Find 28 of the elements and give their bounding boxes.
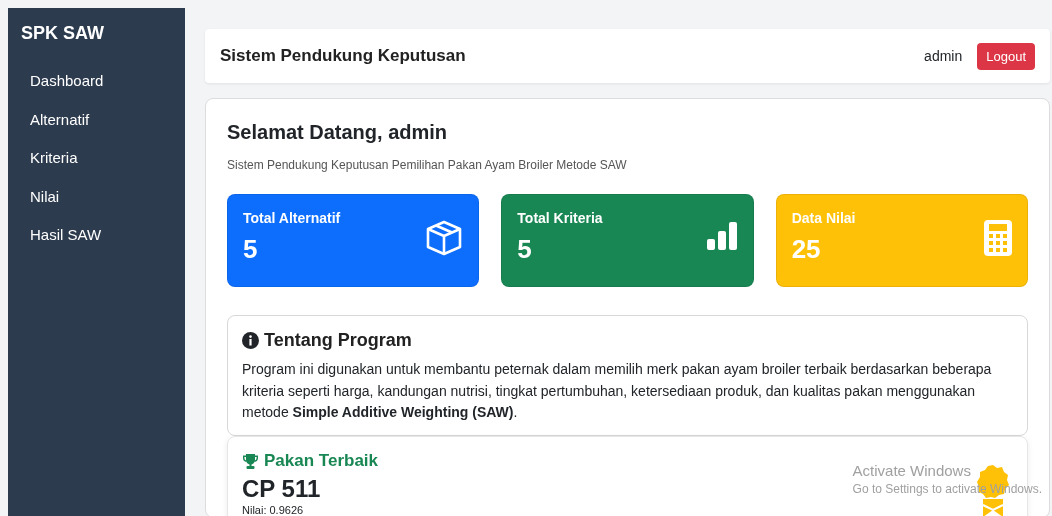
welcome-title: Selamat Datang, admin [227, 121, 448, 144]
stat-label: Total Kriteria [517, 210, 603, 226]
brand-title: SPK SAW [21, 23, 104, 44]
trophy-icon [242, 452, 259, 470]
logout-button[interactable]: Logout [977, 42, 1035, 70]
best-score: Nilai: 0.9626 [242, 504, 305, 516]
stat-value: 5 [243, 234, 258, 265]
stat-value: 25 [791, 234, 821, 265]
bar-chart-icon [705, 220, 738, 252]
sidebar-link[interactable]: Alternatif [30, 106, 90, 133]
about-text: Program ini digunakan untuk membantu peternak dalam memilih merk pakan ayam broiler terbaik berdasarkan beberapa kriteria seperti harga, kandungan nutrisi, tingkat pertumbuhan, ketersediaan produk, dan kualitas pakan menggunakan metode Simple Additive Weighting (SAW). [242, 360, 993, 422]
sidebar-link[interactable]: Dashboard [30, 68, 104, 94]
info-icon [242, 332, 259, 349]
best-feed-name: CP 511 [242, 475, 321, 503]
about-title: Tentang Program [264, 330, 412, 351]
stat-label: Total Alternatif [243, 210, 341, 226]
sidebar-link[interactable]: Hasil SAW [30, 222, 102, 248]
sidebar-link[interactable]: Nilai [30, 183, 60, 210]
welcome-subtitle: Sistem Pendukung Keputusan Pemilihan Pakan Ayam Broiler Metode SAW [227, 158, 628, 172]
page-title: Sistem Pendukung Keputusan [220, 46, 467, 66]
stat-value: 5 [517, 234, 532, 265]
box-icon [425, 220, 464, 256]
activation-title: Activate Windows [852, 462, 972, 479]
calculator-icon [984, 220, 1012, 256]
username: admin [924, 48, 963, 64]
sidebar-link[interactable]: Kriteria [30, 145, 78, 171]
stat-label: Data Nilai [791, 210, 856, 226]
best-title: Pakan Terbaik [264, 451, 379, 471]
